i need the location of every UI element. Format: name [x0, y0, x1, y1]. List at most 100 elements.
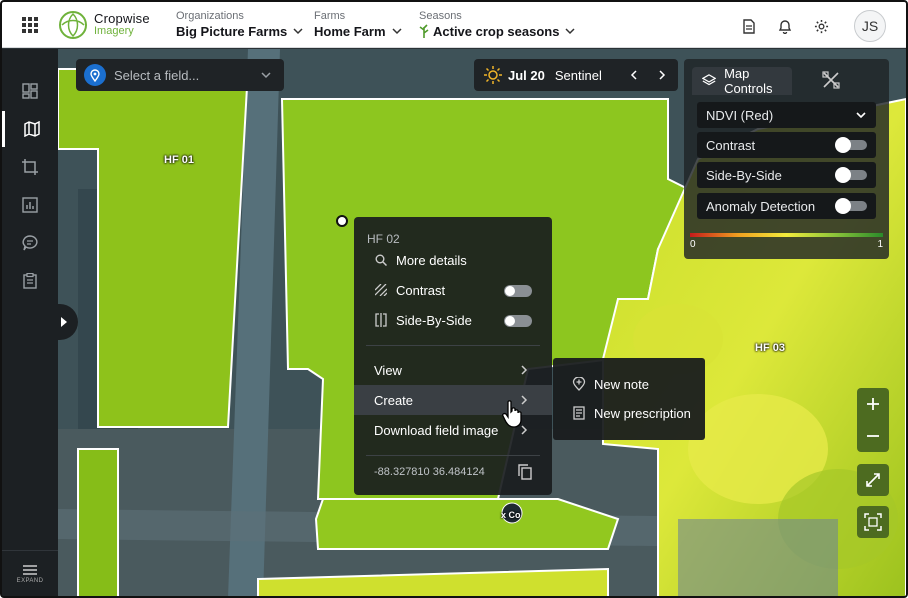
coordinates-readout: -88.327810 36.484124 [374, 466, 485, 478]
sun-icon [484, 66, 502, 84]
prescription-icon [573, 406, 585, 420]
chevron-right-icon [521, 365, 528, 375]
apps-grid-icon [22, 16, 38, 33]
chevron-right-icon [659, 70, 666, 80]
expand-label: EXPAND [16, 578, 44, 584]
tab-tools[interactable] [822, 71, 842, 91]
brand-subname: Imagery [94, 24, 134, 37]
sidebar-item-dashboard[interactable] [2, 73, 58, 109]
reports-icon [22, 197, 38, 213]
notes-icon [22, 235, 38, 251]
copy-icon[interactable] [518, 464, 532, 480]
crop-sprout-icon [419, 24, 429, 38]
organization-selector[interactable]: Organizations Big Picture Farms [176, 2, 314, 48]
contrast-icon [374, 283, 388, 297]
menu-divider [366, 345, 540, 346]
layers-icon [702, 74, 717, 86]
layer-select-dropdown[interactable]: NDVI (Red) [697, 102, 876, 128]
bell-icon [778, 19, 792, 34]
fit-to-field-button[interactable] [857, 506, 889, 538]
toggle-row-anomaly-detection: Anomaly Detection [697, 193, 876, 219]
chevron-down-icon [261, 72, 271, 79]
menu-contrast-toggle[interactable] [504, 285, 532, 297]
toggle-row-contrast: Contrast [697, 132, 876, 158]
menu-label-more-details: More details [396, 252, 467, 268]
menu-divider [366, 455, 540, 456]
season-value: Active crop seasons [433, 23, 560, 39]
fullscreen-button[interactable] [857, 464, 889, 496]
document-button[interactable] [738, 15, 760, 37]
field-select-placeholder: Select a field... [114, 67, 200, 83]
gear-icon [814, 19, 828, 33]
farm-label: Farms [314, 9, 346, 22]
previous-date-button[interactable] [624, 59, 644, 91]
chevron-down-icon [392, 28, 402, 35]
scale-max-label: 1 [877, 239, 883, 250]
search-icon [374, 253, 388, 267]
scale-min-label: 0 [690, 239, 696, 250]
sidebar-item-reports[interactable] [2, 187, 58, 223]
tab-map-controls[interactable]: Map Controls [692, 66, 792, 96]
apps-grid-button[interactable] [2, 2, 58, 48]
hamburger-icon [23, 565, 37, 575]
season-label: Seasons [419, 9, 462, 22]
zoom-controls [857, 388, 889, 452]
menu-label-new-note: New note [594, 376, 649, 392]
anomaly-detection-toggle[interactable] [835, 198, 867, 214]
menu-label-view: View [374, 362, 402, 378]
create-submenu: New note New prescription [553, 358, 705, 440]
chevron-down-icon [293, 28, 303, 35]
menu-item-new-note[interactable]: New note [553, 369, 705, 399]
layer-select-value: NDVI (Red) [706, 107, 774, 123]
menu-label-contrast: Contrast [396, 282, 446, 298]
sidebar-expand-button[interactable]: EXPAND [2, 550, 58, 596]
contrast-toggle[interactable] [835, 137, 867, 153]
imagery-date-bar[interactable]: Jul 20 Sentinel [474, 59, 678, 91]
field-select-dropdown[interactable]: Select a field... [76, 59, 284, 91]
sidebar-item-clipboard[interactable] [2, 263, 58, 299]
menu-item-view[interactable]: View [354, 355, 552, 385]
field-label-hf03[interactable]: HF 03 [755, 342, 785, 354]
toggle-label-anomaly-detection: Anomaly Detection [706, 198, 816, 214]
menu-label-create: Create [374, 392, 414, 408]
imagery-date: Jul 20 [508, 67, 545, 83]
sidebar-item-map[interactable] [2, 111, 58, 147]
farm-selector[interactable]: Farms Home Farm [314, 2, 419, 48]
zoom-in-button[interactable] [857, 388, 889, 420]
user-avatar[interactable]: JS [854, 10, 886, 42]
brand-name: Cropwise [94, 10, 150, 26]
menu-item-more-details[interactable]: More details [354, 245, 552, 275]
crop-icon [22, 159, 38, 175]
field-label-hf01[interactable]: HF 01 [164, 154, 194, 166]
top-bar: Cropwise Imagery Organizations Big Pictu… [2, 2, 906, 48]
side-by-side-icon [374, 313, 388, 327]
sidebar-item-crop[interactable] [2, 149, 58, 185]
notifications-button[interactable] [774, 15, 796, 37]
menu-item-contrast[interactable]: Contrast [354, 275, 552, 305]
map-controls-panel: Map Controls NDVI (Red) Contrast Side-By… [684, 59, 889, 259]
app-window: HF 01 HF 03 x Co Cropwise Imagery Organi… [0, 0, 908, 598]
sidebar-item-notes[interactable] [2, 225, 58, 261]
side-by-side-toggle[interactable] [835, 167, 867, 183]
next-date-button[interactable] [652, 59, 672, 91]
settings-button[interactable] [810, 15, 832, 37]
field-label-small[interactable]: x Co [501, 510, 521, 520]
menu-side-by-side-toggle[interactable] [504, 315, 532, 327]
location-pin-icon [84, 64, 106, 86]
menu-item-side-by-side[interactable]: Side-By-Side [354, 305, 552, 335]
imagery-source: Sentinel [554, 67, 602, 83]
menu-item-new-prescription[interactable]: New prescription [553, 398, 705, 428]
zoom-out-button[interactable] [857, 420, 889, 452]
document-icon [743, 18, 755, 34]
tools-icon [822, 71, 840, 89]
brand-logo[interactable]: Cropwise Imagery [58, 10, 176, 40]
dashboard-icon [22, 83, 38, 99]
toggle-label-contrast: Contrast [706, 137, 756, 153]
season-selector[interactable]: Seasons Active crop seasons [419, 2, 579, 48]
menu-label-side-by-side: Side-By-Side [396, 312, 472, 328]
context-menu-title: HF 02 [367, 232, 400, 246]
organization-label: Organizations [176, 9, 244, 22]
chevron-left-icon [630, 70, 637, 80]
map-controls-tab-label: Map Controls [724, 66, 773, 96]
chevron-down-icon [856, 112, 866, 119]
